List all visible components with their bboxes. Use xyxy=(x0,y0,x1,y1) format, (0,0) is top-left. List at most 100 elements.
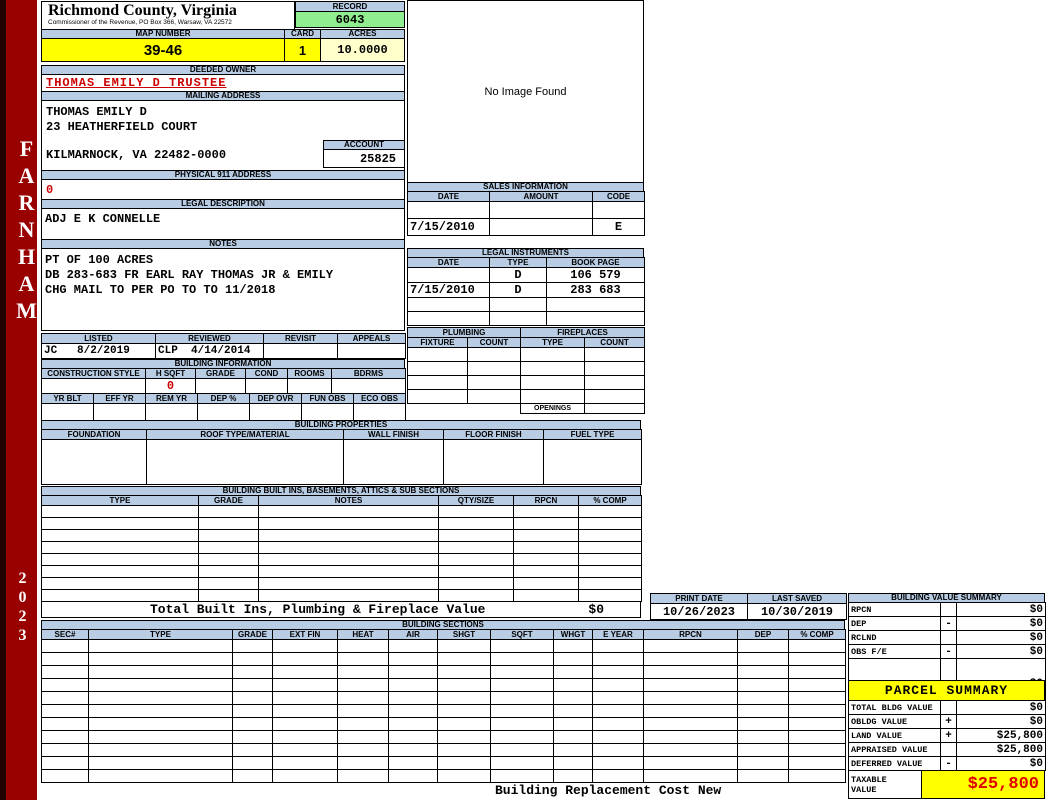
parcel-summary-title: PARCEL SUMMARY xyxy=(848,680,1045,701)
summary-label: OBS F/E xyxy=(848,644,941,659)
built-ins-empty-row xyxy=(41,541,642,554)
h-sqft-header: H SQFT xyxy=(145,368,196,379)
legal-description-value: ADJ E K CONNELLE xyxy=(45,212,161,226)
summary-label: RPCN xyxy=(848,602,941,617)
parcel-value: $0 xyxy=(956,756,1046,771)
sec-rpcn-header: RPCN xyxy=(643,629,738,640)
sales-code xyxy=(592,201,645,219)
taxable-value-amount: $25,800 xyxy=(921,770,1045,799)
building-info-values-row: 0 xyxy=(41,378,406,394)
legal-instruments-section: LEGAL INSTRUMENTS DATE TYPE BOOK PAGE D … xyxy=(407,248,645,326)
physical-address-value: 0 xyxy=(46,183,54,197)
sales-code: E xyxy=(592,218,645,236)
summary-op xyxy=(940,602,957,617)
fixture-header: FIXTURE xyxy=(407,337,468,348)
deeded-owner-value: THOMAS EMILY D TRUSTEE xyxy=(41,74,405,92)
instrument-bookpage: 283 683 xyxy=(546,282,645,298)
instrument-date-header: DATE xyxy=(407,257,490,268)
building-sections-empty-row xyxy=(41,717,846,731)
summary-row: RPCN $0 xyxy=(848,602,1046,617)
construction-style-header: CONSTRUCTION STYLE xyxy=(41,368,146,379)
listed-col-header: LISTED xyxy=(41,333,156,344)
built-ins-total-label: Total Built Ins, Plumbing & Fireplace Va… xyxy=(150,602,486,617)
fun-obs-header: FUN OBS xyxy=(301,393,354,404)
plumbing-fireplace-empty-row xyxy=(407,361,646,376)
sales-date: 7/15/2010 xyxy=(407,218,490,236)
review-table: LISTED REVIEWED REVISIT APPEALS JC 8/2/2… xyxy=(41,333,406,359)
instrument-date xyxy=(407,267,490,283)
building-sections-empty-row xyxy=(41,730,846,744)
eff-yr-header: EFF YR xyxy=(93,393,146,404)
print-date-value: 10/26/2023 xyxy=(650,603,748,620)
district-sidebar: FARNHAM 2023 xyxy=(0,0,39,800)
plumbing-title: PLUMBING xyxy=(406,327,522,338)
fireplace-count-header: COUNT xyxy=(584,337,646,348)
sales-information-section: SALES INFORMATION DATE AMOUNT CODE 7/15/… xyxy=(407,182,645,236)
sales-amount xyxy=(489,218,593,236)
building-sections-empty-row xyxy=(41,639,846,653)
last-saved-value: 10/30/2019 xyxy=(747,603,847,620)
county-title-box: Richmond County, Virginia Commissioner o… xyxy=(41,1,295,30)
built-ins-empty-row xyxy=(41,553,642,566)
roof-type-header: ROOF TYPE/MATERIAL xyxy=(146,429,344,440)
parcel-summary: PARCEL SUMMARY TOTAL BLDG VALUE $0 OBLDG… xyxy=(848,680,1046,799)
parcel-op: + xyxy=(940,728,957,743)
replacement-cost-label: Building Replacement Cost New xyxy=(495,783,722,798)
building-properties-section: BUILDING PROPERTIES FOUNDATION ROOF TYPE… xyxy=(41,420,642,485)
summary-row: DEP - $0 xyxy=(848,616,1046,631)
parcel-op xyxy=(940,700,957,715)
building-sections-empty-row xyxy=(41,678,846,692)
parcel-row: TOTAL BLDG VALUE $0 xyxy=(848,700,1046,715)
summary-label: RCLND xyxy=(848,630,941,645)
parcel-op: + xyxy=(940,714,957,729)
building-information-section: BUILDING INFORMATION CONSTRUCTION STYLE … xyxy=(41,359,406,422)
print-date-label: PRINT DATE xyxy=(650,593,748,604)
openings-row: OPENINGS xyxy=(407,403,646,414)
building-sections-empty-row xyxy=(41,756,846,770)
mailing-line-2: 23 HEATHERFIELD COURT xyxy=(46,120,198,134)
taxable-value-row: TAXABLE VALUE $25,800 xyxy=(848,770,1045,799)
instrument-row: 7/15/2010 D 283 683 xyxy=(407,282,645,298)
instrument-type-header: TYPE xyxy=(489,257,547,268)
notes-box: PT OF 100 ACRES DB 283-683 FR EARL RAY T… xyxy=(41,248,405,331)
notes-line-3: CHG MAIL TO PER PO TO TO 11/2018 xyxy=(45,283,276,297)
fireplaces-title: FIREPLACES xyxy=(520,327,646,338)
card-value: 1 xyxy=(284,38,321,62)
built-ins-empty-row xyxy=(41,565,642,578)
plumbing-fireplace-empty-row xyxy=(407,347,646,362)
sec-heat-header: HEAT xyxy=(337,629,389,640)
sec-whgt-header: WHGT xyxy=(553,629,593,640)
parcel-row: DEFERRED VALUE - $0 xyxy=(848,756,1046,771)
appeals-value xyxy=(337,343,406,359)
openings-label: OPENINGS xyxy=(520,403,586,414)
building-sections-empty-row xyxy=(41,691,846,705)
parcel-op xyxy=(940,742,957,757)
commissioner-line: Commissioner of the Revenue, PO Box 366,… xyxy=(48,19,232,26)
rooms-header: ROOMS xyxy=(287,368,332,379)
sec-air-header: AIR xyxy=(388,629,438,640)
parcel-op: - xyxy=(940,756,957,771)
instrument-type: D xyxy=(489,267,547,283)
revisit-value xyxy=(263,343,338,359)
listed-value: JC 8/2/2019 xyxy=(41,343,156,359)
sec-sqft-header: SQFT xyxy=(490,629,554,640)
parcel-label: APPRAISED VALUE xyxy=(848,742,941,757)
plumbing-fireplaces-section: PLUMBING FIREPLACES FIXTURE COUNT TYPE C… xyxy=(406,327,646,414)
sec-shgt-header: SHGT xyxy=(437,629,491,640)
building-sections: BUILDING SECTIONS SEC# TYPE GRADE EXT FI… xyxy=(41,620,846,783)
built-ins-type-header: TYPE xyxy=(41,495,199,506)
parcel-label: TOTAL BLDG VALUE xyxy=(848,700,941,715)
record-value: 6043 xyxy=(295,11,405,28)
building-sections-empty-row xyxy=(41,665,846,679)
account-value: 25825 xyxy=(323,149,405,168)
summary-value: $0 xyxy=(956,644,1046,659)
sales-amount xyxy=(489,201,593,219)
reviewed-value: CLP 4/14/2014 xyxy=(155,343,264,359)
built-ins-grade-header: GRADE xyxy=(198,495,259,506)
sec-num-header: SEC# xyxy=(41,629,89,640)
yr-blt-header: YR BLT xyxy=(41,393,94,404)
grade-header: GRADE xyxy=(195,368,246,379)
built-ins-rpcn-header: RPCN xyxy=(513,495,579,506)
sec-comp-header: % COMP xyxy=(788,629,846,640)
building-sections-empty-row xyxy=(41,769,846,783)
